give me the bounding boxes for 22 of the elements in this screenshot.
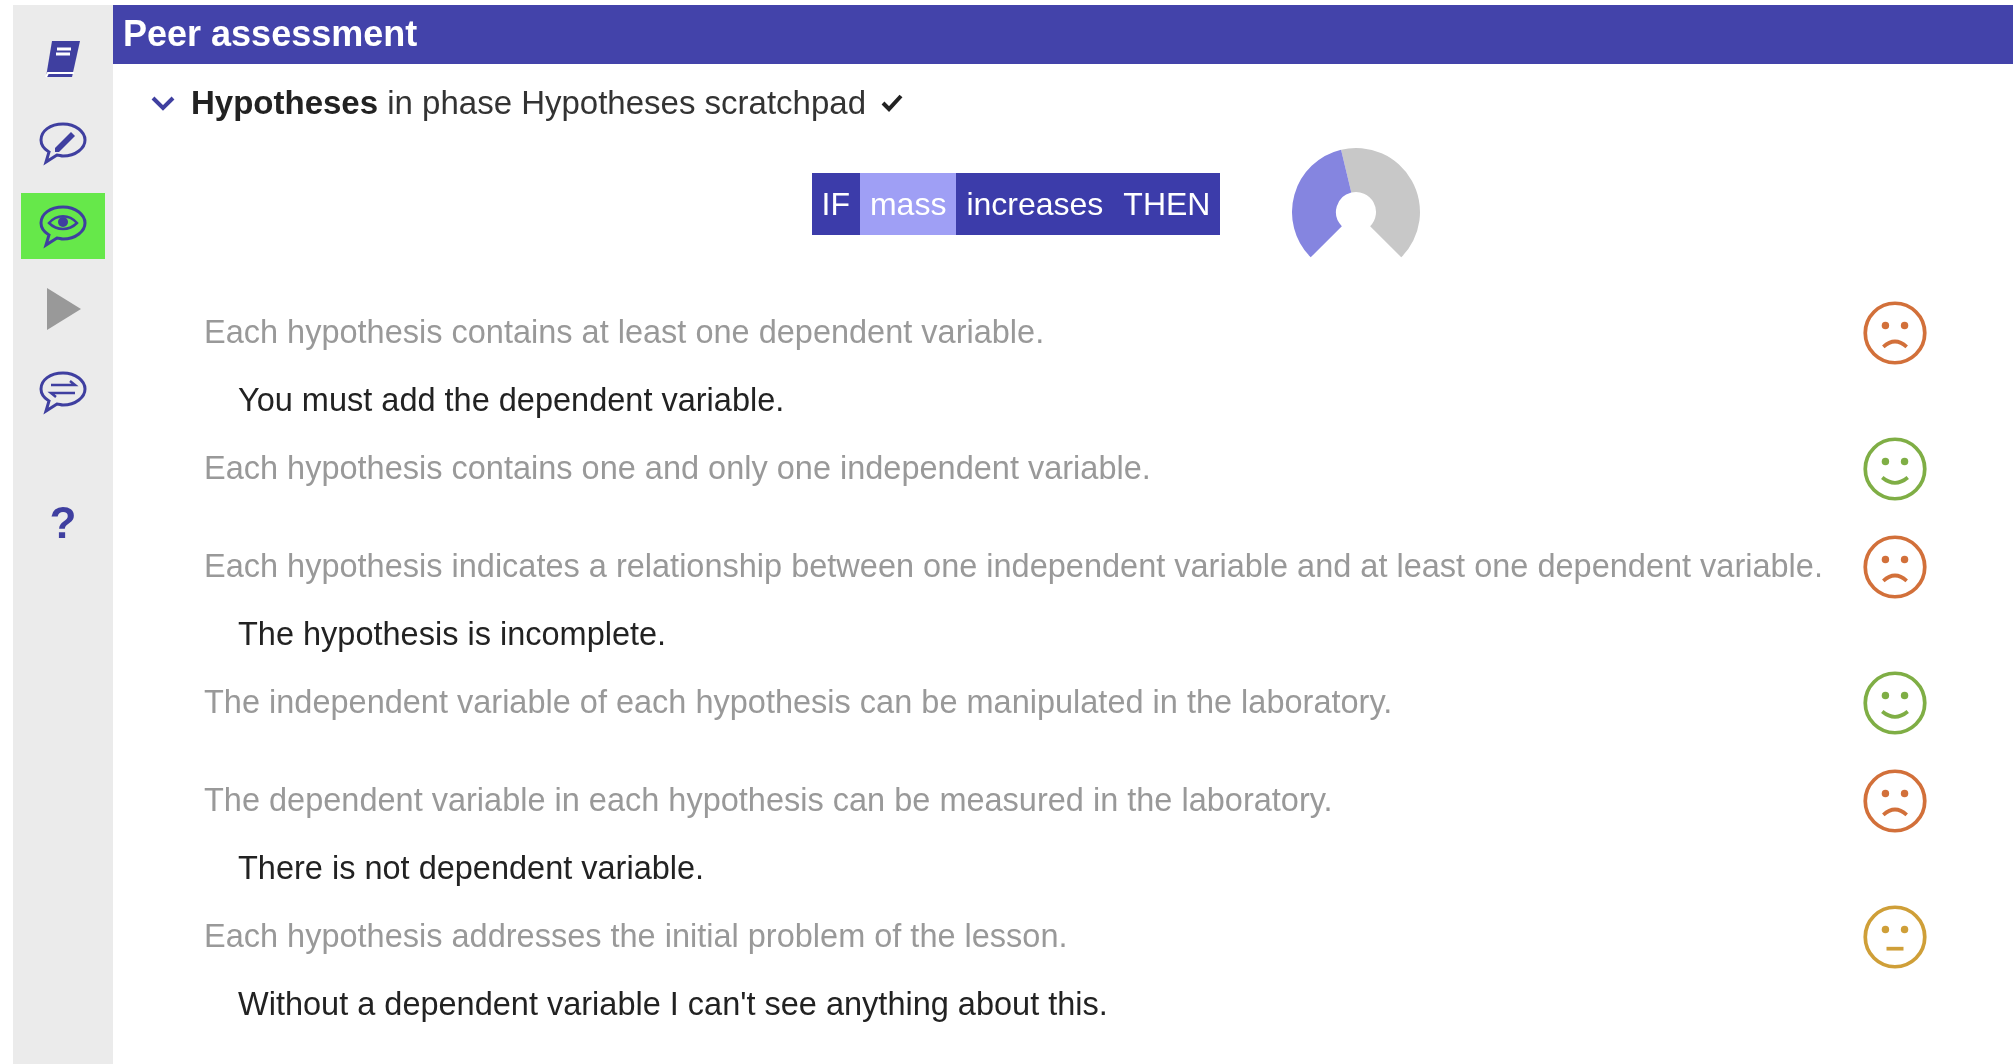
- criterion-text: Each hypothesis contains one and only one independent variable.: [204, 449, 1152, 488]
- feedback-comment: There is not dependent variable.: [237, 849, 706, 888]
- feedback-comment: You must add the dependent variable.: [237, 381, 786, 420]
- criterion-text: The independent variable of each hypothesis can be manipulated in the laboratory.: [204, 683, 1394, 722]
- sidebar-item[interactable]: [21, 193, 105, 259]
- criterion-text: Each hypothesis addresses the initial problem of the lesson.: [204, 917, 1069, 956]
- sidebar-item[interactable]: ?: [21, 490, 105, 556]
- arrows-speech-bubble-icon: [37, 369, 89, 415]
- feedback-comment: Without a dependent variable I can't see anything about this.: [237, 985, 1109, 1024]
- hypothesis-variable: mass: [859, 173, 957, 235]
- hypothesis-term: increases: [965, 184, 1105, 224]
- eye-speech-bubble-icon: [37, 203, 89, 249]
- criterion-text: The dependent variable in each hypothesis can be measured in the laboratory.: [204, 781, 1334, 820]
- criterion-text: Each hypothesis contains at least one dependent variable.: [204, 313, 1046, 352]
- hypothesis-term: THEN: [1122, 184, 1212, 224]
- help-icon: ?: [49, 498, 77, 548]
- pencil-speech-bubble-icon: [37, 120, 89, 166]
- feedback-comment: The hypothesis is incomplete.: [237, 615, 668, 654]
- panel-title: Peer assessment: [113, 5, 2013, 64]
- hypothesis-term: IF: [820, 184, 851, 224]
- section-title: Hypotheses in phase Hypotheses scratchpad: [191, 84, 867, 122]
- criterion-text: Each hypothesis indicates a relationship between one independent variable and at least one dependent variable.: [204, 547, 1824, 586]
